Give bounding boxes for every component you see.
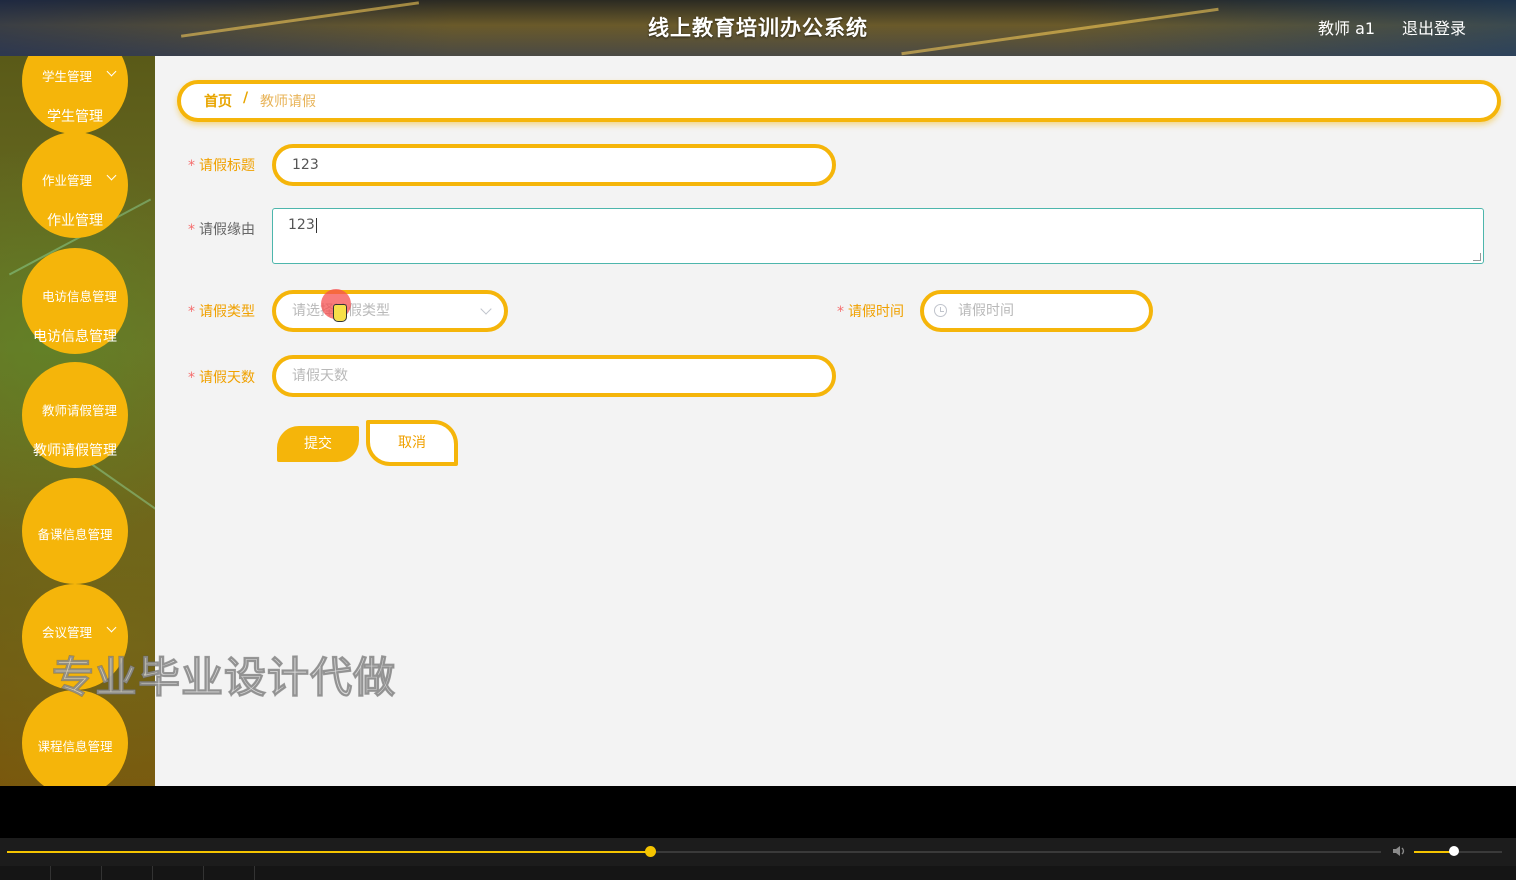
leave-reason-label-text: 请假缘由 bbox=[199, 222, 255, 238]
breadcrumb-current: 教师请假 bbox=[260, 94, 316, 110]
menu-course-title[interactable]: 课程信息管理 bbox=[22, 736, 128, 755]
seek-bar-handle[interactable] bbox=[645, 846, 657, 857]
watermark-text: 专业毕业设计代做 bbox=[51, 653, 397, 703]
leave-time-label: * 请假时间 bbox=[837, 301, 904, 321]
leave-title-label-text: 请假标题 bbox=[199, 158, 255, 174]
volume-slider[interactable] bbox=[1414, 846, 1502, 856]
volume-handle[interactable] bbox=[1448, 846, 1459, 856]
required-mark: * bbox=[837, 304, 844, 320]
menu-meeting-title[interactable]: 会议管理 bbox=[42, 622, 92, 641]
leave-title-value: 123 bbox=[292, 157, 319, 173]
submit-button[interactable]: 提交 bbox=[277, 426, 359, 462]
logout-link[interactable]: 退出登录 bbox=[1402, 15, 1466, 39]
volume-icon[interactable] bbox=[1392, 844, 1408, 858]
chevron-down-icon bbox=[480, 303, 492, 315]
menu-homework-title[interactable]: 作业管理 bbox=[42, 170, 92, 189]
cancel-button[interactable]: 取消 bbox=[366, 420, 458, 466]
leave-type-label-text: 请假类型 bbox=[199, 304, 255, 320]
submenu-homework[interactable]: 作业管理 bbox=[22, 210, 128, 230]
chevron-down-icon bbox=[106, 170, 117, 181]
text-caret bbox=[315, 217, 317, 233]
submenu-student[interactable]: 学生管理 bbox=[22, 106, 128, 126]
leave-reason-textarea[interactable]: 123 bbox=[272, 208, 1484, 264]
app-title: 线上教育培训办公系统 bbox=[648, 16, 868, 40]
leave-days-label-text: 请假天数 bbox=[199, 370, 255, 386]
breadcrumb-home[interactable]: 首页 bbox=[204, 91, 232, 111]
menu-phone-visit-title[interactable]: 电访信息管理 bbox=[42, 286, 117, 305]
required-mark: * bbox=[188, 222, 195, 238]
resize-handle-icon[interactable] bbox=[1473, 253, 1481, 261]
leave-time-placeholder: 请假时间 bbox=[958, 303, 1014, 319]
menu-student: 学生管理 学生管理 bbox=[22, 56, 128, 134]
menu-phone-visit: 电访信息管理 电访信息管理 bbox=[22, 248, 128, 354]
leave-reason-label: * 请假缘由 bbox=[188, 219, 255, 239]
menu-homework: 作业管理 作业管理 bbox=[22, 132, 128, 238]
leave-time-label-text: 请假时间 bbox=[848, 304, 904, 320]
seek-bar-progress bbox=[7, 851, 651, 853]
required-mark: * bbox=[188, 304, 195, 320]
menu-lesson-prep[interactable]: 备课信息管理 bbox=[22, 478, 128, 584]
seek-bar[interactable] bbox=[7, 846, 1381, 857]
required-mark: * bbox=[188, 158, 195, 174]
leave-reason-value: 123 bbox=[288, 217, 315, 233]
chapter-strip bbox=[0, 866, 1516, 880]
volume-level bbox=[1414, 851, 1454, 853]
leave-type-select[interactable]: 请选择请假类型 bbox=[272, 290, 508, 332]
chevron-down-icon bbox=[106, 622, 117, 633]
leave-title-input[interactable]: 123 bbox=[272, 144, 836, 186]
leave-title-label: * 请假标题 bbox=[188, 155, 255, 175]
leave-days-placeholder: 请假天数 bbox=[292, 368, 348, 384]
required-mark: * bbox=[188, 370, 195, 386]
submenu-teacher-leave[interactable]: 教师请假管理 bbox=[8, 440, 142, 460]
chevron-down-icon bbox=[106, 66, 117, 77]
breadcrumb: 首页 / 教师请假 bbox=[177, 80, 1501, 122]
hand-cursor-icon bbox=[333, 304, 347, 322]
breadcrumb-separator: / bbox=[243, 90, 249, 106]
leave-days-label: * 请假天数 bbox=[188, 367, 255, 387]
clock-icon bbox=[934, 304, 947, 317]
leave-days-input[interactable]: 请假天数 bbox=[272, 355, 836, 397]
leave-time-picker[interactable]: 请假时间 bbox=[920, 290, 1153, 332]
menu-teacher-leave: 教师请假管理 教师请假管理 bbox=[22, 362, 128, 468]
menu-teacher-leave-title[interactable]: 教师请假管理 bbox=[42, 400, 117, 419]
video-player-controls bbox=[0, 786, 1516, 880]
current-user: 教师 a1 bbox=[1318, 19, 1376, 38]
submenu-phone-visit[interactable]: 电访信息管理 bbox=[8, 326, 142, 346]
leave-type-label: * 请假类型 bbox=[188, 301, 255, 321]
menu-lesson-prep-title[interactable]: 备课信息管理 bbox=[22, 524, 128, 543]
top-header: 线上教育培训办公系统 教师 a1 退出登录 bbox=[0, 0, 1516, 56]
menu-student-title[interactable]: 学生管理 bbox=[42, 66, 92, 85]
